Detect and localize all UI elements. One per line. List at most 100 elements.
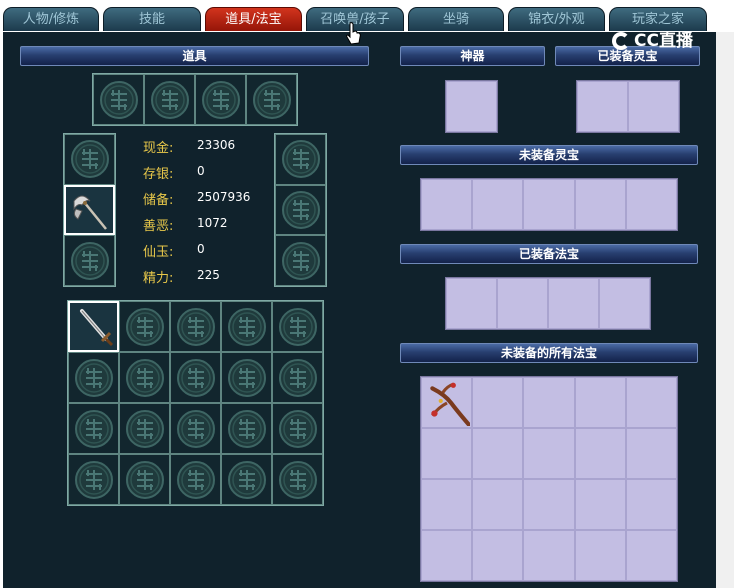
fabao-slot[interactable] bbox=[523, 479, 575, 530]
lingbao-slot[interactable] bbox=[574, 179, 626, 230]
items-header: 道具 bbox=[20, 46, 369, 66]
inventory-slot[interactable] bbox=[170, 301, 221, 352]
bronze-coin-icon bbox=[281, 139, 321, 179]
bronze-coin-icon bbox=[74, 358, 114, 398]
lingbao-slot[interactable] bbox=[628, 81, 679, 132]
inventory-slot[interactable] bbox=[119, 403, 170, 454]
bronze-coin-icon bbox=[227, 460, 267, 500]
inventory-slot[interactable] bbox=[221, 454, 272, 505]
bronze-coin-icon bbox=[227, 307, 267, 347]
fabao-slot[interactable] bbox=[625, 377, 677, 428]
fabao-slot[interactable] bbox=[574, 479, 626, 530]
fabao-slot[interactable] bbox=[574, 377, 626, 428]
inventory-slot[interactable] bbox=[170, 352, 221, 403]
energy-value: 225 bbox=[197, 268, 220, 282]
bronze-coin-icon bbox=[227, 358, 267, 398]
inventory-slot[interactable] bbox=[68, 454, 119, 505]
lingbao-slot[interactable] bbox=[421, 179, 473, 230]
bronze-coin-icon bbox=[281, 241, 321, 281]
inventory-grid bbox=[67, 300, 324, 506]
equip-slot[interactable] bbox=[195, 74, 246, 125]
savings-label: 存银: bbox=[143, 167, 174, 182]
inventory-slot[interactable] bbox=[119, 352, 170, 403]
artifact-header: 神器 bbox=[400, 46, 545, 66]
inventory-slot[interactable] bbox=[272, 403, 323, 454]
inventory-slot[interactable] bbox=[221, 301, 272, 352]
inventory-slot[interactable] bbox=[272, 301, 323, 352]
bronze-coin-icon bbox=[281, 190, 321, 230]
inventory-slot[interactable] bbox=[272, 352, 323, 403]
fabao-slot[interactable] bbox=[472, 428, 524, 479]
equipment-top-row bbox=[92, 73, 298, 126]
fabao-slot[interactable] bbox=[523, 428, 575, 479]
bronze-coin-icon bbox=[278, 358, 318, 398]
bronze-coin-icon bbox=[74, 409, 114, 449]
fabao-slot[interactable] bbox=[523, 530, 575, 581]
equip-slot[interactable] bbox=[275, 184, 326, 236]
tab-items[interactable]: 道具/法宝 bbox=[205, 7, 302, 31]
artifact-slot[interactable] bbox=[446, 81, 497, 132]
jade-value: 0 bbox=[197, 242, 205, 256]
scrollbar-area[interactable] bbox=[716, 32, 734, 588]
fabao-slot[interactable] bbox=[421, 428, 473, 479]
inventory-slot[interactable] bbox=[119, 454, 170, 505]
unequipped-fabao-grid bbox=[420, 376, 678, 582]
inventory-slot[interactable] bbox=[68, 403, 119, 454]
inventory-slot[interactable] bbox=[170, 403, 221, 454]
inventory-slot[interactable] bbox=[68, 352, 119, 403]
branch-staff-icon bbox=[430, 382, 470, 426]
inventory-slot[interactable] bbox=[170, 454, 221, 505]
bronze-coin-icon bbox=[125, 307, 165, 347]
equip-slot-weapon[interactable] bbox=[64, 184, 115, 236]
fabao-slot[interactable] bbox=[497, 278, 548, 329]
reserve-label: 储备: bbox=[143, 193, 174, 208]
equip-slot[interactable] bbox=[275, 134, 326, 185]
equip-slot[interactable] bbox=[64, 134, 115, 185]
bronze-coin-icon bbox=[74, 460, 114, 500]
inventory-slot[interactable] bbox=[272, 454, 323, 505]
fabao-slot[interactable] bbox=[421, 377, 473, 428]
fabao-slot[interactable] bbox=[446, 278, 497, 329]
fabao-slot[interactable] bbox=[421, 530, 473, 581]
equip-slot[interactable] bbox=[144, 74, 195, 125]
lingbao-slot[interactable] bbox=[577, 81, 628, 132]
fabao-slot[interactable] bbox=[574, 428, 626, 479]
fabao-slot[interactable] bbox=[625, 530, 677, 581]
inventory-slot[interactable] bbox=[119, 301, 170, 352]
fabao-slot[interactable] bbox=[523, 377, 575, 428]
tab-character[interactable]: 人物/修炼 bbox=[3, 7, 99, 31]
karma-label: 善恶: bbox=[143, 219, 174, 234]
lingbao-slot[interactable] bbox=[472, 179, 524, 230]
fabao-slot[interactable] bbox=[421, 479, 473, 530]
cash-label: 现金: bbox=[143, 141, 174, 156]
stream-watermark: CC直播 bbox=[612, 28, 716, 54]
lingbao-slot[interactable] bbox=[625, 179, 677, 230]
bronze-coin-icon bbox=[227, 409, 267, 449]
equipment-right-column bbox=[274, 133, 327, 287]
inventory-slot[interactable] bbox=[221, 352, 272, 403]
bronze-coin-icon bbox=[176, 460, 216, 500]
tab-outfit[interactable]: 锦衣/外观 bbox=[508, 7, 605, 31]
fabao-slot[interactable] bbox=[625, 428, 677, 479]
fabao-slot[interactable] bbox=[472, 479, 524, 530]
fabao-slot[interactable] bbox=[472, 377, 524, 428]
cash-value: 23306 bbox=[197, 138, 236, 152]
inventory-slot[interactable] bbox=[68, 301, 119, 352]
equipment-left-column bbox=[63, 133, 116, 287]
savings-value: 0 bbox=[197, 164, 205, 178]
tab-mount[interactable]: 坐骑 bbox=[408, 7, 504, 31]
inventory-slot[interactable] bbox=[221, 403, 272, 454]
fabao-slot[interactable] bbox=[548, 278, 599, 329]
fabao-slot[interactable] bbox=[472, 530, 524, 581]
unequipped-lingbao-header: 未装备灵宝 bbox=[400, 145, 698, 165]
equip-slot[interactable] bbox=[275, 235, 326, 286]
equip-slot[interactable] bbox=[93, 74, 144, 125]
fabao-slot[interactable] bbox=[625, 479, 677, 530]
fabao-slot[interactable] bbox=[574, 530, 626, 581]
lingbao-slot[interactable] bbox=[523, 179, 575, 230]
tab-skills[interactable]: 技能 bbox=[103, 7, 201, 31]
equip-slot[interactable] bbox=[246, 74, 297, 125]
fabao-slot[interactable] bbox=[599, 278, 650, 329]
equipped-lingbao-slots bbox=[576, 80, 680, 133]
equip-slot[interactable] bbox=[64, 235, 115, 286]
